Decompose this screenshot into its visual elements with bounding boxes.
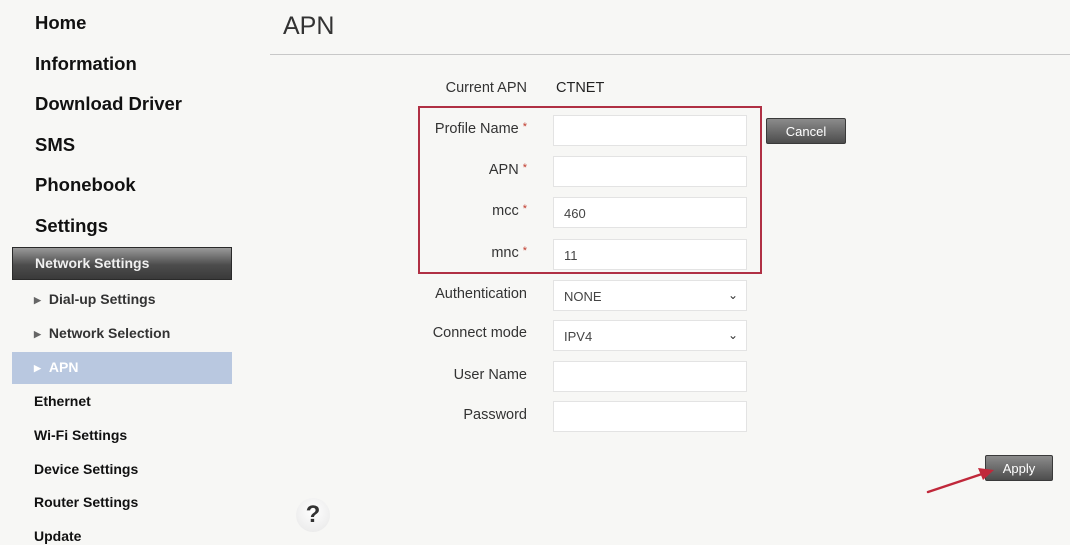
nav-information[interactable]: Information bbox=[35, 53, 137, 75]
user-name-label: User Name bbox=[453, 367, 527, 383]
caret-right-icon: ▶ bbox=[34, 363, 41, 373]
required-mark: * bbox=[522, 203, 527, 215]
apn-input[interactable] bbox=[553, 156, 747, 187]
authentication-label: Authentication bbox=[435, 286, 527, 302]
help-icon[interactable]: ? bbox=[296, 498, 330, 532]
apn-label-text: APN bbox=[488, 162, 519, 178]
nav-sms[interactable]: SMS bbox=[35, 134, 75, 156]
apn-label: APN * bbox=[317, 162, 527, 178]
profile-name-label-text: Profile Name bbox=[434, 121, 519, 137]
nav-apn[interactable]: ▶ APN bbox=[12, 352, 232, 384]
authentication-select[interactable]: NONE ⌄ bbox=[553, 280, 747, 311]
nav-download-driver[interactable]: Download Driver bbox=[35, 93, 182, 115]
nav-item-label: Dial-up Settings bbox=[48, 291, 156, 307]
password-label: Password bbox=[463, 407, 527, 423]
nav-device-settings[interactable]: Device Settings bbox=[34, 461, 138, 477]
mnc-label-text: mnc bbox=[491, 245, 519, 261]
profile-name-label: Profile Name * bbox=[317, 121, 527, 137]
current-apn-label: Current APN bbox=[445, 80, 527, 96]
profile-name-input[interactable] bbox=[553, 115, 747, 146]
nav-item-label: APN bbox=[48, 359, 79, 375]
mnc-label: mnc * bbox=[317, 245, 527, 261]
password-input[interactable] bbox=[553, 401, 747, 432]
nav-ethernet[interactable]: Ethernet bbox=[34, 393, 91, 409]
nav-item-label: Network Selection bbox=[48, 325, 171, 341]
chevron-down-icon: ⌄ bbox=[727, 328, 738, 342]
user-name-input[interactable] bbox=[553, 361, 747, 392]
chevron-down-icon: ⌄ bbox=[727, 288, 738, 302]
nav-phonebook[interactable]: Phonebook bbox=[35, 174, 136, 196]
nav-settings[interactable]: Settings bbox=[35, 215, 108, 237]
page-title: APN bbox=[283, 12, 335, 40]
mnc-input[interactable]: 11 bbox=[553, 239, 747, 270]
sidebar: Home Information Download Driver SMS Pho… bbox=[0, 0, 240, 545]
connect-mode-value: IPV4 bbox=[564, 329, 593, 344]
nav-wifi-settings[interactable]: Wi-Fi Settings bbox=[34, 427, 127, 443]
current-apn-value: CTNET bbox=[556, 80, 605, 96]
required-mark: * bbox=[522, 245, 527, 257]
nav-router-settings[interactable]: Router Settings bbox=[34, 494, 138, 510]
nav-update[interactable]: Update bbox=[34, 528, 81, 544]
connect-mode-label: Connect mode bbox=[432, 325, 527, 341]
caret-right-icon: ▶ bbox=[34, 329, 41, 339]
caret-right-icon: ▶ bbox=[34, 295, 41, 305]
red-arrow bbox=[926, 468, 994, 494]
nav-dial-up-settings[interactable]: ▶ Dial-up Settings bbox=[12, 284, 232, 316]
mcc-label: mcc * bbox=[317, 203, 527, 219]
authentication-value: NONE bbox=[564, 289, 602, 304]
cancel-button[interactable]: Cancel bbox=[766, 118, 846, 144]
mcc-input[interactable]: 460 bbox=[553, 197, 747, 228]
required-mark: * bbox=[522, 162, 527, 174]
title-divider bbox=[270, 54, 1070, 55]
connect-mode-select[interactable]: IPV4 ⌄ bbox=[553, 320, 747, 351]
nav-network-selection[interactable]: ▶ Network Selection bbox=[12, 318, 232, 350]
nav-home[interactable]: Home bbox=[35, 12, 86, 34]
arrow-shaft bbox=[926, 472, 984, 494]
mcc-label-text: mcc bbox=[492, 203, 519, 219]
required-mark: * bbox=[522, 121, 527, 133]
nav-network-settings[interactable]: Network Settings bbox=[12, 247, 232, 280]
